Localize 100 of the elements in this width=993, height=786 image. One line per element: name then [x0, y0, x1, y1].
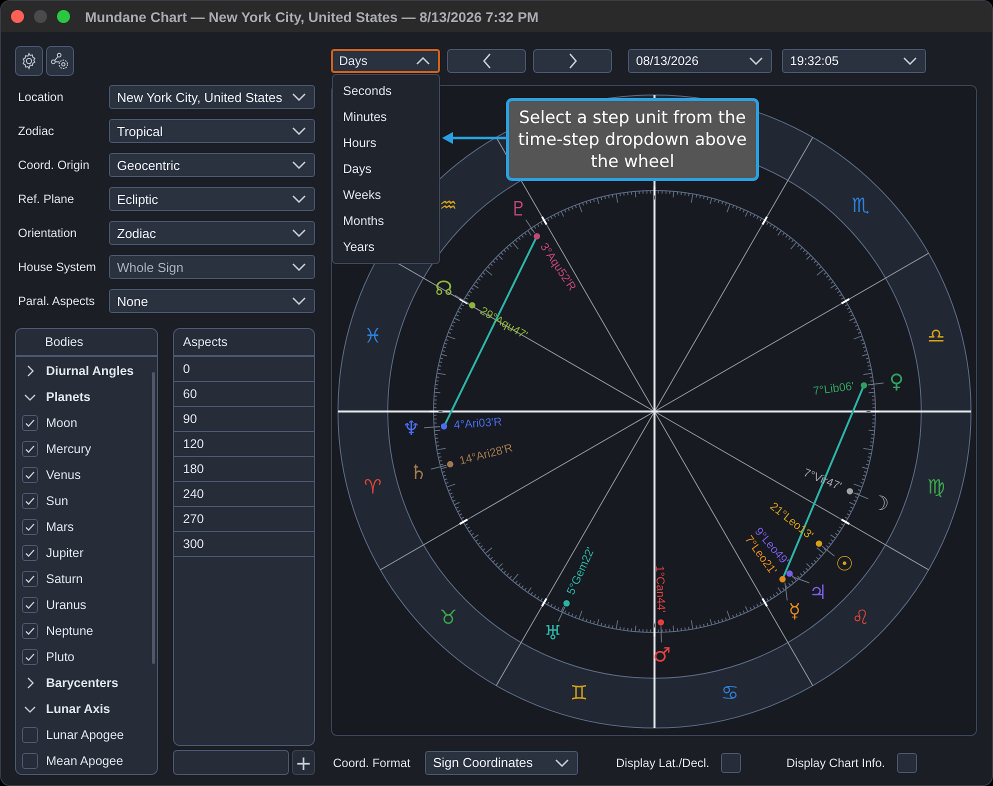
check-icon: [24, 443, 36, 455]
planet-glyph: ♇: [510, 198, 528, 221]
leader-line: [430, 464, 447, 470]
chevron-down-icon: [292, 127, 306, 135]
aspect-angle: 0: [183, 362, 190, 376]
menu-item[interactable]: Minutes: [333, 104, 439, 130]
field-label: Orientation: [17, 226, 78, 240]
field-label: Paral. Aspects: [17, 294, 96, 308]
dropdown[interactable]: Zodiac: [109, 221, 315, 245]
planet-glyph: ♃: [809, 580, 827, 604]
body-name: Moon: [46, 416, 78, 430]
checkbox[interactable]: [22, 519, 38, 535]
chevron-down-icon: [292, 93, 306, 101]
checkbox[interactable]: [22, 415, 38, 431]
planet-glyph: ♆: [402, 417, 420, 440]
zodiac-sign-glyph: ♎: [927, 324, 946, 348]
checkbox[interactable]: [22, 649, 38, 665]
zodiac-sign-glyph: ♍: [927, 475, 946, 498]
chevron-down-icon: [292, 263, 306, 271]
dropdown[interactable]: Geocentric: [109, 153, 315, 177]
checkbox[interactable]: [22, 441, 38, 457]
leader-line: [424, 426, 441, 428]
check-icon: [24, 495, 36, 507]
menu-item[interactable]: Years: [333, 234, 439, 260]
menu-item[interactable]: Weeks: [333, 182, 439, 208]
input-field[interactable]: [173, 750, 289, 775]
date-dropdown[interactable]: 08/13/2026: [628, 49, 772, 73]
checkbox-label: Display Chart Info.: [786, 756, 886, 770]
settings-button[interactable]: [15, 46, 43, 76]
planet-glyph: ♄: [409, 460, 428, 484]
menu-item[interactable]: Hours: [333, 130, 439, 156]
close-button[interactable]: [11, 10, 24, 23]
zodiac-sign-glyph: ♋: [721, 682, 739, 705]
zoom-button[interactable]: [57, 10, 70, 23]
dropdown[interactable]: Ecliptic: [109, 187, 315, 211]
menu-item[interactable]: Seconds: [333, 78, 439, 104]
tree-group[interactable]: Diurnal Angles: [16, 358, 157, 384]
checkbox[interactable]: [22, 545, 38, 561]
planet-glyph: ♅: [544, 622, 562, 645]
chevron-right-icon: [568, 53, 578, 69]
dropdown[interactable]: New York City, United States: [109, 85, 315, 109]
body-name: Mean Apogee: [46, 754, 124, 768]
check-icon: [24, 417, 36, 429]
planet-position-label: 7°Lib06': [812, 380, 855, 398]
window-title: Mundane Chart — New York City, United States — 8/13/2026 7:32 PM: [85, 8, 539, 24]
body-name: Neptune: [46, 624, 94, 638]
check-icon: [24, 521, 36, 533]
body-name: Uranus: [46, 598, 86, 612]
zodiac-sign-glyph: ♌: [852, 606, 870, 630]
leader-line: [525, 219, 536, 234]
checkbox[interactable]: [897, 752, 918, 772]
field-label: House System: [17, 260, 98, 274]
leader-line: [784, 582, 788, 601]
checkbox[interactable]: [721, 752, 742, 772]
zodiac-sign-glyph: ♊: [570, 682, 588, 705]
checkbox[interactable]: [22, 597, 38, 613]
body-name: Venus: [46, 468, 81, 482]
tree-group[interactable]: Planets: [16, 384, 157, 410]
planet-glyph: ♀: [889, 370, 904, 393]
dropdown[interactable]: None: [109, 289, 315, 313]
aspect-angle: 270: [183, 512, 204, 526]
checkbox[interactable]: [22, 467, 38, 483]
chevron-down-icon: [292, 297, 306, 305]
leader-line: [853, 492, 869, 500]
check-icon: [24, 573, 36, 585]
scrollbar[interactable]: [152, 372, 155, 664]
chevron-down-icon: [292, 229, 306, 237]
tree-group[interactable]: Barycenters: [16, 670, 157, 696]
chevron-down-icon: [555, 758, 569, 766]
body-name: Saturn: [46, 572, 83, 586]
column-header: Bodies: [44, 335, 84, 349]
leader-line: [792, 576, 810, 584]
menu-item[interactable]: Days: [333, 156, 439, 182]
planet-glyph: ☉: [836, 552, 854, 576]
zodiac-sign-glyph: ♒: [439, 194, 458, 217]
checkbox[interactable]: [22, 623, 38, 639]
checkbox[interactable]: [22, 571, 38, 587]
add-button[interactable]: +: [292, 750, 315, 775]
callout-text: Select a step unit from the time-step dropdown above the wheel: [517, 106, 748, 172]
body-name: Mars: [46, 520, 74, 534]
planet-position-label: 1°Can44': [653, 565, 667, 613]
leader-line: [558, 606, 566, 622]
leader-line: [822, 546, 836, 557]
node-settings-button[interactable]: [46, 46, 74, 76]
checkbox[interactable]: [22, 753, 38, 769]
aspect-angle: 180: [183, 462, 204, 476]
time-dropdown[interactable]: 19:32:05: [782, 49, 926, 73]
step-dropdown[interactable]: Days: [331, 49, 440, 73]
dropdown[interactable]: Tropical: [109, 119, 315, 143]
coord-format-dropdown[interactable]: Sign Coordinates: [425, 750, 578, 774]
check-icon: [24, 469, 36, 481]
field-label: Coord. Origin: [17, 158, 90, 172]
body-name: Lunar Apogee: [46, 728, 124, 742]
tree-group[interactable]: Lunar Axis: [16, 696, 157, 722]
body-name: Mercury: [46, 442, 92, 456]
menu-item[interactable]: Months: [333, 208, 439, 234]
zodiac-sign-glyph: ♈: [364, 475, 382, 498]
checkbox[interactable]: [22, 727, 38, 743]
checkbox[interactable]: [22, 493, 38, 509]
check-icon: [24, 599, 36, 611]
